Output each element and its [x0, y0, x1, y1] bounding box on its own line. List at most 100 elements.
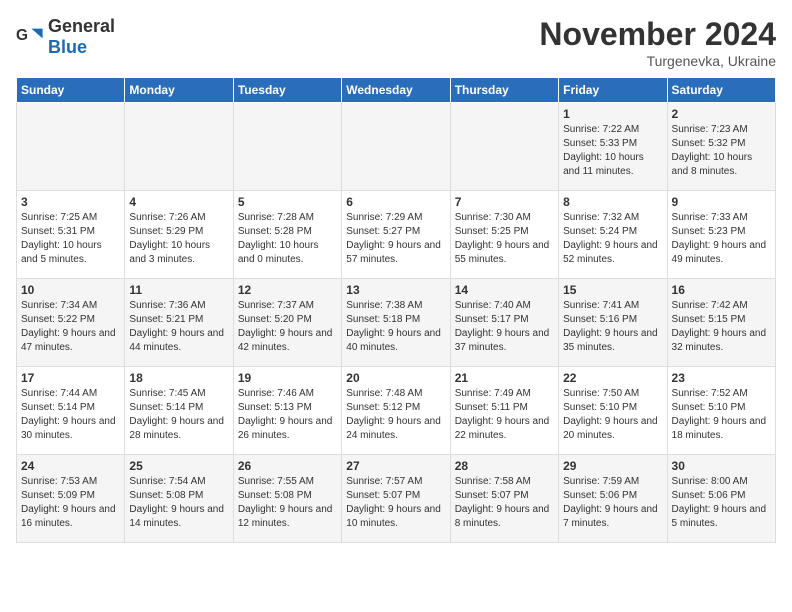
calendar-cell: 7 Sunrise: 7:30 AM Sunset: 5:25 PM Daylig… [450, 191, 558, 279]
day-number: 30 [672, 459, 771, 473]
calendar-week-2: 3 Sunrise: 7:25 AM Sunset: 5:31 PM Daylig… [17, 191, 776, 279]
calendar-week-4: 17Sunrise: 7:44 AM Sunset: 5:14 PM Dayli… [17, 367, 776, 455]
calendar-cell: 6 Sunrise: 7:29 AM Sunset: 5:27 PM Daylig… [342, 191, 450, 279]
day-number: 25 [129, 459, 228, 473]
day-number: 11 [129, 283, 228, 297]
calendar-cell [450, 103, 558, 191]
day-number: 26 [238, 459, 337, 473]
day-info: Sunrise: 7:59 AM Sunset: 5:06 PM Dayligh… [563, 475, 662, 531]
day-info: Sunrise: 7:41 AM Sunset: 5:16 PM Dayligh… [563, 299, 662, 355]
calendar-cell: 20 Sunrise: 7:48 AM Sunset: 5:12 PM Dayli… [342, 367, 450, 455]
day-info: Sunrise: 7:34 AM Sunset: 5:22 PM Dayligh… [21, 299, 120, 355]
day-number: 12 [238, 283, 337, 297]
day-info: Sunrise: 7:33 AM Sunset: 5:23 PM Dayligh… [672, 211, 771, 267]
calendar-cell: 4Sunrise: 7:26 AM Sunset: 5:29 PM Daylig… [125, 191, 233, 279]
day-number: 4 [129, 195, 228, 209]
calendar-cell: 14 Sunrise: 7:40 AM Sunset: 5:17 PM Dayli… [450, 279, 558, 367]
day-info: Sunrise: 7:32 AM Sunset: 5:24 PM Dayligh… [563, 211, 662, 267]
day-number: 15 [563, 283, 662, 297]
day-info: Sunrise: 7:37 AM Sunset: 5:20 PM Dayligh… [238, 299, 337, 355]
logo-icon: G [16, 23, 44, 51]
calendar-cell: 15 Sunrise: 7:41 AM Sunset: 5:16 PM Dayli… [559, 279, 667, 367]
day-number: 29 [563, 459, 662, 473]
logo: G General Blue [16, 16, 115, 58]
logo-text-blue: Blue [48, 37, 87, 57]
calendar-cell: 26 Sunrise: 7:55 AM Sunset: 5:08 PM Dayli… [233, 455, 341, 543]
weekday-header-thursday: Thursday [450, 78, 558, 103]
weekday-header-tuesday: Tuesday [233, 78, 341, 103]
day-info: Sunrise: 7:55 AM Sunset: 5:08 PM Dayligh… [238, 475, 337, 531]
calendar-cell: 1Sunrise: 7:22 AM Sunset: 5:33 PM Daylig… [559, 103, 667, 191]
day-info: Sunrise: 7:49 AM Sunset: 5:11 PM Dayligh… [455, 387, 554, 443]
day-info: Sunrise: 7:54 AM Sunset: 5:08 PM Dayligh… [129, 475, 228, 531]
weekday-header-row: SundayMondayTuesdayWednesdayThursdayFrid… [17, 78, 776, 103]
day-info: Sunrise: 7:25 AM Sunset: 5:31 PM Dayligh… [21, 211, 120, 267]
day-info: Sunrise: 7:52 AM Sunset: 5:10 PM Dayligh… [672, 387, 771, 443]
day-number: 21 [455, 371, 554, 385]
calendar-cell: 27 Sunrise: 7:57 AM Sunset: 5:07 PM Dayli… [342, 455, 450, 543]
calendar-cell: 12 Sunrise: 7:37 AM Sunset: 5:20 PM Dayli… [233, 279, 341, 367]
calendar-cell: 21 Sunrise: 7:49 AM Sunset: 5:11 PM Dayli… [450, 367, 558, 455]
calendar-week-3: 10 Sunrise: 7:34 AM Sunset: 5:22 PM Dayli… [17, 279, 776, 367]
day-info: Sunrise: 7:36 AM Sunset: 5:21 PM Dayligh… [129, 299, 228, 355]
day-number: 8 [563, 195, 662, 209]
weekday-header-wednesday: Wednesday [342, 78, 450, 103]
calendar-cell: 16 Sunrise: 7:42 AM Sunset: 5:15 PM Dayli… [667, 279, 775, 367]
calendar-cell: 25 Sunrise: 7:54 AM Sunset: 5:08 PM Dayli… [125, 455, 233, 543]
title-block: November 2024 Turgenevka, Ukraine [539, 16, 776, 69]
day-info: Sunrise: 7:45 AM Sunset: 5:14 PM Dayligh… [129, 387, 228, 443]
day-info: Sunrise: 7:48 AM Sunset: 5:12 PM Dayligh… [346, 387, 445, 443]
day-number: 28 [455, 459, 554, 473]
day-number: 2 [672, 107, 771, 121]
day-number: 16 [672, 283, 771, 297]
day-number: 13 [346, 283, 445, 297]
day-number: 27 [346, 459, 445, 473]
day-number: 7 [455, 195, 554, 209]
day-number: 19 [238, 371, 337, 385]
day-number: 23 [672, 371, 771, 385]
day-info: Sunrise: 7:44 AM Sunset: 5:14 PM Dayligh… [21, 387, 120, 443]
calendar-cell: 18 Sunrise: 7:45 AM Sunset: 5:14 PM Dayli… [125, 367, 233, 455]
day-info: Sunrise: 8:00 AM Sunset: 5:06 PM Dayligh… [672, 475, 771, 531]
day-number: 20 [346, 371, 445, 385]
weekday-header-sunday: Sunday [17, 78, 125, 103]
calendar-cell: 23 Sunrise: 7:52 AM Sunset: 5:10 PM Dayli… [667, 367, 775, 455]
calendar-cell [125, 103, 233, 191]
calendar-table: SundayMondayTuesdayWednesdayThursdayFrid… [16, 77, 776, 543]
logo-text-general: General [48, 16, 115, 36]
calendar-cell: 10 Sunrise: 7:34 AM Sunset: 5:22 PM Dayli… [17, 279, 125, 367]
day-number: 6 [346, 195, 445, 209]
calendar-cell: 28 Sunrise: 7:58 AM Sunset: 5:07 PM Dayli… [450, 455, 558, 543]
day-number: 18 [129, 371, 228, 385]
calendar-cell: 29 Sunrise: 7:59 AM Sunset: 5:06 PM Dayli… [559, 455, 667, 543]
day-info: Sunrise: 7:53 AM Sunset: 5:09 PM Dayligh… [21, 475, 120, 531]
day-info: Sunrise: 7:28 AM Sunset: 5:28 PM Dayligh… [238, 211, 337, 267]
calendar-cell: 17Sunrise: 7:44 AM Sunset: 5:14 PM Dayli… [17, 367, 125, 455]
day-number: 3 [21, 195, 120, 209]
weekday-header-monday: Monday [125, 78, 233, 103]
day-info: Sunrise: 7:40 AM Sunset: 5:17 PM Dayligh… [455, 299, 554, 355]
day-number: 5 [238, 195, 337, 209]
calendar-cell: 9 Sunrise: 7:33 AM Sunset: 5:23 PM Daylig… [667, 191, 775, 279]
day-info: Sunrise: 7:57 AM Sunset: 5:07 PM Dayligh… [346, 475, 445, 531]
day-info: Sunrise: 7:58 AM Sunset: 5:07 PM Dayligh… [455, 475, 554, 531]
day-number: 14 [455, 283, 554, 297]
svg-text:G: G [16, 27, 28, 44]
calendar-cell [233, 103, 341, 191]
calendar-cell: 11 Sunrise: 7:36 AM Sunset: 5:21 PM Dayli… [125, 279, 233, 367]
day-info: Sunrise: 7:23 AM Sunset: 5:32 PM Dayligh… [672, 123, 771, 179]
day-number: 22 [563, 371, 662, 385]
calendar-week-5: 24 Sunrise: 7:53 AM Sunset: 5:09 PM Dayli… [17, 455, 776, 543]
page-header: G General Blue November 2024 Turgenevka,… [16, 16, 776, 69]
day-number: 24 [21, 459, 120, 473]
weekday-header-friday: Friday [559, 78, 667, 103]
day-info: Sunrise: 7:29 AM Sunset: 5:27 PM Dayligh… [346, 211, 445, 267]
calendar-cell: 2 Sunrise: 7:23 AM Sunset: 5:32 PM Daylig… [667, 103, 775, 191]
day-number: 10 [21, 283, 120, 297]
day-info: Sunrise: 7:30 AM Sunset: 5:25 PM Dayligh… [455, 211, 554, 267]
day-info: Sunrise: 7:46 AM Sunset: 5:13 PM Dayligh… [238, 387, 337, 443]
weekday-header-saturday: Saturday [667, 78, 775, 103]
day-number: 9 [672, 195, 771, 209]
day-info: Sunrise: 7:42 AM Sunset: 5:15 PM Dayligh… [672, 299, 771, 355]
calendar-cell [342, 103, 450, 191]
